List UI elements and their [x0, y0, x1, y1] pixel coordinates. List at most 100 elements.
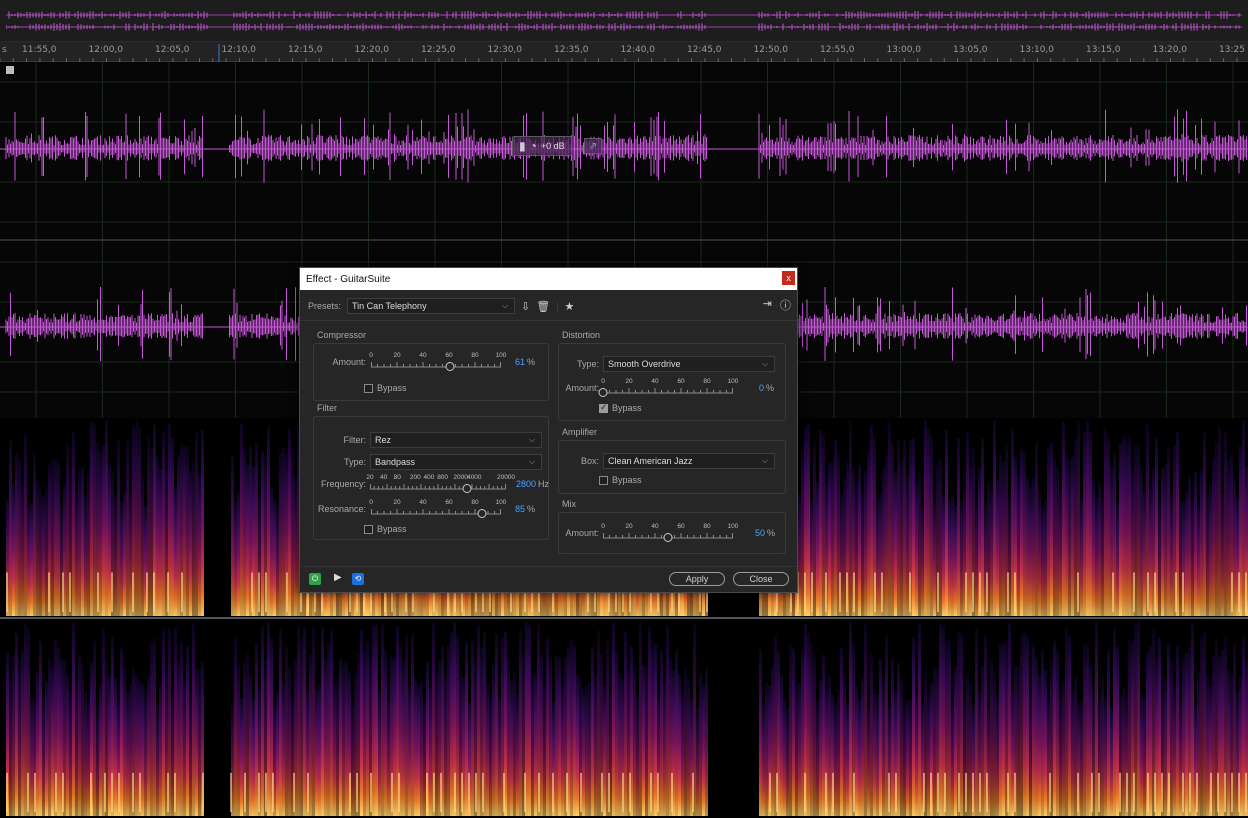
filter-frequency-slider[interactable]: 20 40 80 200 400 800 2000 4000 20000 — [366, 474, 515, 494]
distortion-type-row: Type: Smooth Overdrive ⌵ — [563, 356, 775, 372]
distortion-group: Distortion Type: Smooth Overdrive ⌵ Amou… — [558, 330, 786, 421]
filter-bypass-checkbox[interactable] — [364, 524, 373, 534]
distortion-type-select[interactable]: Smooth Overdrive ⌵ — [603, 356, 775, 372]
filter-resonance-value[interactable]: 85 — [515, 504, 525, 514]
amplifier-bypass-label: Bypass — [612, 475, 642, 485]
amplifier-box-value: Clean American Jazz — [608, 456, 693, 466]
ruler-tick-label: 11:55,0 — [22, 45, 57, 55]
favorite-star-icon[interactable]: ★ — [565, 300, 575, 313]
header-icons: ⇥ ⓘ — [763, 297, 791, 313]
ruler-unit-label: s — [2, 45, 7, 55]
distortion-bypass[interactable]: Bypass — [599, 402, 642, 413]
amplifier-bypass[interactable]: Bypass — [599, 475, 642, 485]
slider-knob[interactable] — [445, 362, 455, 371]
slider-tick-label: 40 — [419, 352, 427, 359]
slider-tick-label: 400 — [423, 474, 435, 481]
hud-gain-value: +0 dB — [540, 141, 565, 151]
close-icon[interactable]: x — [782, 271, 795, 285]
distortion-amount-row: Amount: 0 20 40 60 80 100 0 % — [563, 378, 774, 398]
ruler-tick-label: 12:55,0 — [820, 45, 855, 55]
filter-resonance-row: Resonance: 0 20 40 60 80 100 85 % — [318, 499, 535, 519]
apply-button[interactable]: Apply — [669, 572, 725, 586]
distortion-type-value: Smooth Overdrive — [608, 359, 681, 369]
effect-dialog: Effect - GuitarSuite x Presets: Tin Can … — [299, 267, 798, 593]
close-button[interactable]: Close — [733, 572, 789, 586]
ruler-tick-label: 12:30,0 — [487, 45, 523, 55]
slider-knob[interactable] — [663, 533, 673, 542]
mix-amount-value[interactable]: 50 — [755, 528, 765, 538]
distortion-amount-slider[interactable]: 0 20 40 60 80 100 — [598, 378, 738, 398]
slider-tick-label: 100 — [727, 378, 739, 385]
compressor-bypass[interactable]: Bypass — [364, 383, 407, 393]
filter-type-row: Type: Bandpass ⌵ — [318, 454, 542, 470]
presets-select[interactable]: Tin Can Telephony ⌵ — [347, 298, 516, 314]
amplifier-box-select[interactable]: Clean American Jazz ⌵ — [603, 453, 775, 469]
chevron-down-icon: ⌵ — [528, 457, 535, 466]
slider-tick-label: 100 — [495, 499, 507, 506]
filter-filter-select[interactable]: Rez ⌵ — [370, 432, 542, 448]
track-corner-handle[interactable] — [6, 66, 14, 74]
hud-volume-control[interactable]: ▮ ◔ +0 dB — [512, 136, 572, 156]
slider-tick-label: 20000 — [496, 474, 516, 481]
filter-filter-label: Filter: — [343, 435, 367, 445]
filter-resonance-slider[interactable]: 0 20 40 60 80 100 — [369, 499, 506, 519]
mix-amount-unit: % — [767, 528, 776, 538]
filter-frequency-unit: Hz — [538, 479, 550, 489]
dialog-title: Effect - GuitarSuite — [306, 273, 391, 285]
compressor-amount-slider[interactable]: 0 20 40 60 80 100 — [369, 352, 506, 372]
distortion-amount-label: Amount: — [565, 383, 599, 393]
amplifier-title: Amplifier — [562, 427, 598, 437]
time-ruler[interactable]: s 11:55,0 12:00,0 12:05,0 12:10,0 12:15,0 12:… — [0, 42, 1248, 62]
chevron-down-icon: ⌵ — [501, 301, 509, 310]
slider-knob[interactable] — [598, 388, 608, 397]
slider-tick-label: 20 — [393, 352, 401, 359]
route-channels-icon[interactable]: ⇥ — [763, 297, 772, 313]
slider-tick-labels: 0 20 40 60 80 100 — [601, 523, 738, 532]
loop-icon[interactable]: ⟲ — [352, 573, 364, 585]
chevron-down-icon: ⌵ — [761, 359, 768, 368]
chevron-down-icon: ⌵ — [528, 435, 535, 444]
dialog-titlebar[interactable]: Effect - GuitarSuite x — [300, 268, 797, 290]
compressor-group: Compressor Amount: 0 20 40 60 80 100 61 % Byp… — [313, 330, 549, 401]
compressor-bypass-checkbox[interactable] — [364, 383, 373, 393]
slider-tick-label: 0 — [369, 352, 373, 359]
slider-knob[interactable] — [462, 484, 472, 493]
mix-amount-slider[interactable]: 0 20 40 60 80 100 — [601, 523, 738, 543]
save-preset-icon[interactable]: ⇩ — [521, 300, 530, 313]
slider-tick-label: 20 — [393, 499, 401, 506]
play-icon[interactable]: ▶ — [334, 572, 342, 583]
trash-icon[interactable]: 🗑 — [536, 300, 550, 313]
slider-knob[interactable] — [477, 509, 486, 518]
compressor-amount-value[interactable]: 61 — [515, 357, 525, 367]
mix-amount-label: Amount: — [565, 528, 599, 538]
distortion-amount-value[interactable]: 0 — [759, 383, 764, 393]
distortion-type-label: Type: — [576, 359, 599, 369]
power-icon[interactable]: ⏻ — [309, 573, 321, 585]
filter-frequency-value[interactable]: 2800 — [516, 479, 536, 489]
amplifier-bypass-checkbox[interactable] — [599, 475, 608, 485]
filter-frequency-row: Frequency: 20 40 80 200 400 800 2000 4000 20000 … — [318, 474, 549, 494]
ruler-tick-label: 12:50,0 — [753, 45, 789, 55]
slider-track — [370, 484, 506, 490]
info-icon[interactable]: ⓘ — [780, 297, 791, 313]
presets-row: Presets: Tin Can Telephony ⌵ ⇩ 🗑 | ★ — [308, 298, 574, 314]
slider-tick-label: 80 — [393, 474, 401, 481]
filter-title: Filter — [317, 403, 337, 413]
compressor-bypass-label: Bypass — [377, 383, 407, 393]
header-divider — [300, 320, 797, 321]
distortion-bypass-checkbox[interactable] — [599, 402, 608, 413]
filter-group: Filter Filter: Rez ⌵ Type: Bandpass ⌵ Fr… — [313, 403, 549, 540]
filter-type-label: Type: — [343, 457, 366, 467]
filter-type-select[interactable]: Bandpass ⌵ — [370, 454, 542, 470]
pin-hud-icon[interactable]: ⇗ — [584, 138, 602, 154]
volume-knob-icon[interactable]: ◔ — [530, 139, 537, 153]
filter-bypass[interactable]: Bypass — [364, 524, 407, 534]
slider-tick-label: 80 — [471, 352, 479, 359]
slider-tick-label: 20 — [366, 474, 374, 481]
amplifier-box-row: Box: Clean American Jazz ⌵ — [563, 453, 775, 469]
overview-waveform[interactable] — [0, 0, 1248, 42]
slider-tick-label: 20 — [625, 378, 633, 385]
amplifier-group: Amplifier Box: Clean American Jazz ⌵ Byp… — [558, 427, 786, 494]
slider-track — [603, 388, 733, 394]
slider-tick-label: 80 — [471, 499, 479, 506]
